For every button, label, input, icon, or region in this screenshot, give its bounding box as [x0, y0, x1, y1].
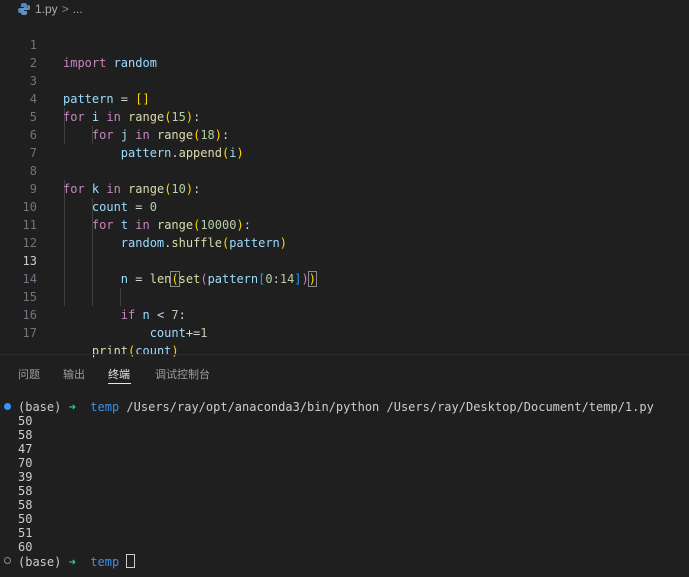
code-line[interactable]: 15 if n < 7: [0, 270, 689, 322]
panel-divider[interactable] [0, 354, 689, 355]
terminal-output-line: 58 [18, 484, 33, 498]
breadcrumb: 1.py > ... [0, 0, 689, 17]
code-line[interactable]: 5 for j in range(18): [0, 90, 689, 142]
terminal-output-line: 47 [18, 442, 33, 456]
terminal-cursor[interactable] [126, 554, 136, 568]
breadcrumb-file[interactable]: 1.py [35, 2, 58, 16]
breadcrumb-separator: > [61, 1, 69, 16]
python-file-icon [18, 2, 30, 15]
terminal-command-line: (base) ➜ temp /Users/ray/opt/anaconda3/b… [18, 400, 654, 414]
active-tab-indicator [108, 383, 131, 384]
terminal-output-line: 39 [18, 470, 33, 484]
code-line[interactable]: 3 pattern = [] [0, 54, 689, 106]
tab-debug-console[interactable]: 调试控制台 [155, 366, 210, 382]
panel-tabs: 问题 输出 终端 调试控制台 [0, 362, 689, 386]
terminal-output-line: 70 [18, 456, 33, 470]
tab-problems[interactable]: 问题 [18, 366, 40, 382]
code-line[interactable]: 6 pattern.append(i) [0, 108, 689, 160]
terminal-env: (base) [18, 400, 62, 414]
code-line[interactable]: 17 print(count) [0, 306, 689, 358]
terminal-output-line: 60 [18, 540, 33, 554]
code-editor[interactable]: 1 import random 2 3 pattern = [] 4 for i… [0, 18, 689, 358]
code-line[interactable]: 7 [0, 126, 689, 160]
code-line[interactable]: 11 random.shuffle(pattern) [0, 198, 689, 250]
code-line[interactable]: 14 [0, 252, 689, 286]
terminal-dir: temp [90, 555, 120, 569]
code-line[interactable]: 1 import random [0, 18, 689, 70]
code-line[interactable]: 2 [0, 36, 689, 70]
terminal-output-line: 50 [18, 414, 33, 428]
line-number: 17 [22, 326, 37, 340]
terminal-output-line: 58 [18, 498, 33, 512]
terminal-dir: temp [90, 400, 120, 414]
prompt-status-dot-icon[interactable] [4, 557, 11, 564]
code-line[interactable]: 8 for k in range(10): [0, 144, 689, 196]
terminal-prompt-line: (base) ➜ temp [18, 554, 136, 569]
prompt-arrow-icon: ➜ [68, 555, 76, 569]
terminal-env: (base) [18, 555, 62, 569]
code-line-current[interactable]: 13 n = len(set(pattern[0:14])) [0, 234, 689, 287]
code-line[interactable]: 16 count+=1 [0, 288, 689, 340]
breadcrumb-more[interactable]: ... [73, 2, 83, 16]
code-text: print(count) [91, 344, 179, 358]
terminal-output-line: 51 [18, 526, 33, 540]
terminal-command: /Users/ray/opt/anaconda3/bin/python /Use… [126, 400, 654, 414]
tab-output[interactable]: 输出 [63, 366, 85, 382]
code-line[interactable]: 4 for i in range(15): [0, 72, 689, 124]
command-status-dot-icon[interactable] [4, 403, 11, 410]
code-line[interactable]: 9 count = 0 [0, 162, 689, 214]
code-line[interactable]: 10 for t in range(10000): [0, 180, 689, 232]
tab-terminal[interactable]: 终端 [108, 366, 130, 382]
prompt-arrow-icon: ➜ [68, 400, 76, 414]
code-text: count+=1 [63, 326, 208, 340]
terminal-output-line: 50 [18, 512, 33, 526]
terminal[interactable]: (base) ➜ temp /Users/ray/opt/anaconda3/b… [0, 398, 689, 577]
code-line[interactable]: 12 [0, 216, 689, 250]
terminal-output-line: 58 [18, 428, 33, 442]
